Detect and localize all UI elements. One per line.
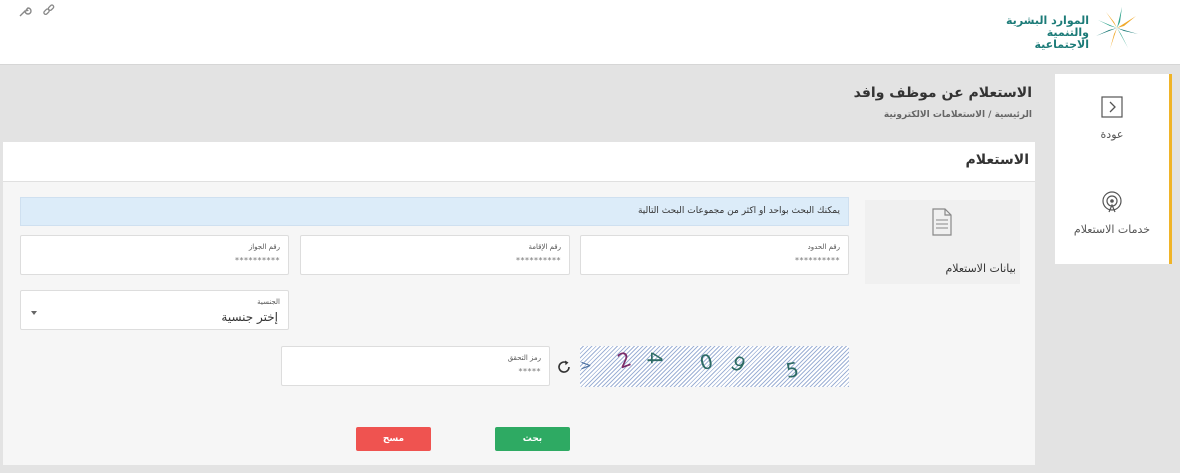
chevron-down-icon xyxy=(31,311,37,315)
passport-number-field[interactable]: رقم الجواز ********** xyxy=(20,235,289,275)
ministry-logo[interactable]: الموارد البشرية والتنمية الاجتماعية xyxy=(992,4,1142,52)
captcha-glyph: 2 xyxy=(614,346,635,374)
back-arrow-icon xyxy=(1101,96,1123,118)
sidebar-item-label: عودة xyxy=(1100,128,1124,141)
iqama-number-value: ********** xyxy=(516,256,561,265)
inquiry-data-label: بيانات الاستعلام xyxy=(945,262,1016,275)
search-button[interactable]: بحث xyxy=(495,427,570,451)
info-alert: يمكنك البحث بواحد او اكثر من مجموعات الب… xyxy=(20,197,849,226)
sidebar: عودة خدمات الاستعلام xyxy=(1055,74,1172,264)
breadcrumb[interactable]: الرئيسية / الاستعلامات الالكترونية xyxy=(884,110,1032,120)
inquiry-card: الاستعلام بيانات الاستعلام يمكنك البحث ب… xyxy=(3,142,1035,465)
document-icon xyxy=(932,208,952,236)
wrench-icon[interactable] xyxy=(18,3,32,17)
logo-line-2: والتنمية الاجتماعية xyxy=(1034,26,1089,51)
captcha-glyph: 0 xyxy=(697,348,716,376)
sidebar-item-label: خدمات الاستعلام xyxy=(1073,223,1151,236)
refresh-captcha-icon[interactable] xyxy=(556,359,572,375)
captcha-code-label: رمز التحقق xyxy=(507,354,541,362)
page-title: الاستعلام عن موظف وافد xyxy=(853,85,1032,101)
card-title: الاستعلام xyxy=(965,152,1030,168)
alert-text: يمكنك البحث بواحد او اكثر من مجموعات الب… xyxy=(637,206,840,216)
broadcast-icon xyxy=(1102,191,1122,213)
captcha-glyph: 5 xyxy=(784,357,801,383)
top-bar: الموارد البشرية والتنمية الاجتماعية xyxy=(0,0,1180,65)
passport-number-label: رقم الجواز xyxy=(248,243,280,251)
palm-logo-icon xyxy=(1096,7,1138,49)
captcha-glyph: 4 xyxy=(642,351,667,365)
border-number-field[interactable]: رقم الحدود ********** xyxy=(580,235,849,275)
captcha-code-value: ***** xyxy=(518,367,541,376)
captcha-image: > 2 4 0 9 5 xyxy=(580,346,849,387)
captcha-glyph: > xyxy=(580,358,592,374)
link-icon[interactable] xyxy=(42,3,56,17)
sidebar-item-back[interactable]: عودة xyxy=(1055,96,1169,141)
card-header: الاستعلام xyxy=(3,142,1035,182)
nationality-label: الجنسية xyxy=(257,298,280,306)
captcha-glyph: 9 xyxy=(726,350,750,378)
sidebar-item-inquiry-services[interactable]: خدمات الاستعلام xyxy=(1055,191,1169,236)
nationality-value: إختر جنسية xyxy=(221,310,278,324)
border-number-label: رقم الحدود xyxy=(807,243,840,251)
inquiry-data-panel: بيانات الاستعلام xyxy=(865,200,1020,284)
iqama-number-field[interactable]: رقم الإقامة ********** xyxy=(300,235,570,275)
border-number-value: ********** xyxy=(795,256,840,265)
clear-button[interactable]: مسح xyxy=(356,427,431,451)
passport-number-value: ********** xyxy=(235,256,280,265)
captcha-code-field[interactable]: رمز التحقق ***** xyxy=(281,346,550,386)
nationality-select[interactable]: الجنسية إختر جنسية xyxy=(20,290,289,330)
iqama-number-label: رقم الإقامة xyxy=(528,243,561,251)
